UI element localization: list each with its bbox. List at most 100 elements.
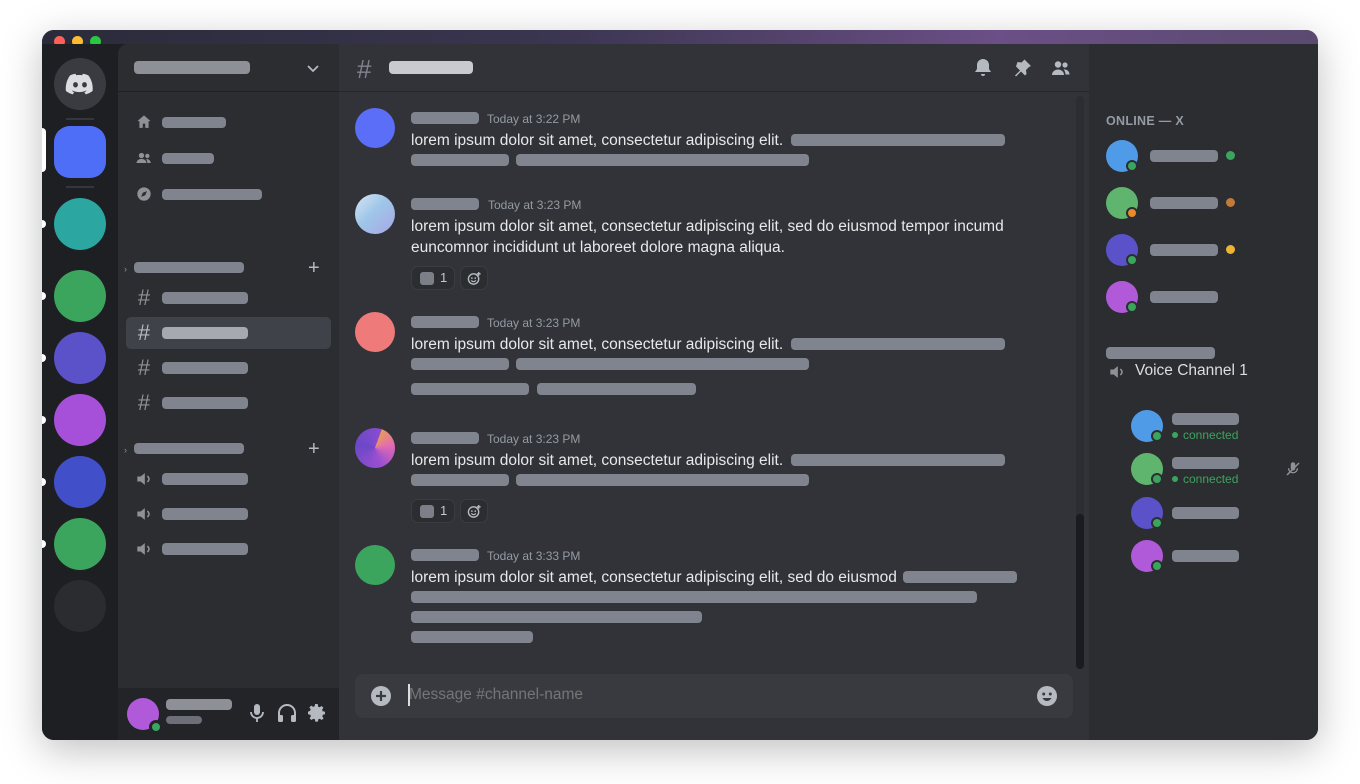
- message-text: lorem ipsum dolor sit amet, consectetur …: [411, 218, 1004, 235]
- message-avatar[interactable]: [355, 312, 395, 352]
- text-placeholder: [791, 338, 1005, 350]
- reaction-emoji: [420, 272, 434, 285]
- member-status-indicator: [1126, 160, 1138, 172]
- message-avatar[interactable]: [355, 194, 395, 234]
- voice-channel-item[interactable]: [126, 498, 331, 530]
- chevron-down-icon: [307, 65, 319, 73]
- activity-dot: [1226, 151, 1235, 160]
- connection-status: connected: [1172, 472, 1238, 486]
- server-icon-6[interactable]: [54, 456, 106, 508]
- unread-indicator: [42, 292, 46, 300]
- message-avatar[interactable]: [355, 108, 395, 148]
- speaker-icon: [137, 473, 150, 485]
- server-icon-2[interactable]: [54, 198, 106, 250]
- reaction-count: 1: [440, 270, 448, 285]
- username-placeholder: [166, 699, 232, 710]
- speaker-icon: [137, 508, 150, 520]
- muted-microphone-icon: [1286, 462, 1300, 476]
- discord-logo-icon: [65, 73, 93, 95]
- home-icon: [137, 115, 151, 128]
- hash-icon: #: [137, 285, 151, 310]
- speaker-icon: [137, 543, 150, 555]
- channel-item-active[interactable]: #: [126, 317, 331, 349]
- channel-label-placeholder: [162, 292, 248, 304]
- friends-icon: [136, 152, 151, 163]
- app-window: › + # # # # › + # Today at 3:22 PM lorem…: [42, 30, 1318, 740]
- participant-name-placeholder: [1172, 457, 1239, 469]
- create-channel-plus-icon[interactable]: +: [308, 258, 320, 278]
- selected-server-indicator: [42, 128, 46, 172]
- message-timestamp: Today at 3:23 PM: [488, 198, 582, 212]
- message-input[interactable]: [409, 686, 1009, 704]
- text-placeholder: [411, 358, 509, 370]
- text-placeholder: [516, 474, 809, 486]
- pin-icon[interactable]: [1010, 56, 1034, 80]
- server-icon-3[interactable]: [54, 270, 106, 322]
- author-name-placeholder[interactable]: [411, 112, 479, 124]
- add-reaction-icon: [467, 271, 481, 285]
- speaker-icon: [1110, 366, 1123, 378]
- hash-icon: #: [137, 355, 151, 380]
- activity-dot: [1226, 245, 1235, 254]
- category-collapse-icon[interactable]: ›: [124, 264, 127, 274]
- reaction-emoji: [420, 505, 434, 518]
- channel-item[interactable]: #: [126, 282, 331, 314]
- create-channel-plus-icon[interactable]: +: [308, 439, 320, 459]
- author-name-placeholder[interactable]: [411, 316, 479, 328]
- message-avatar[interactable]: [355, 545, 395, 585]
- reaction-chip[interactable]: 1: [411, 499, 455, 523]
- text-placeholder: [411, 383, 529, 395]
- message-timestamp: Today at 3:23 PM: [487, 316, 581, 330]
- gear-icon[interactable]: [305, 701, 329, 725]
- add-attachment-icon[interactable]: [369, 684, 393, 708]
- online-heading: ONLINE — X: [1106, 114, 1185, 128]
- voice-channel-item[interactable]: [126, 463, 331, 495]
- text-placeholder: [411, 611, 702, 623]
- member-name-placeholder: [1150, 197, 1218, 209]
- voice-channel-name[interactable]: Voice Channel 1: [1135, 362, 1248, 380]
- category-collapse-icon[interactable]: ›: [124, 445, 127, 455]
- message-avatar[interactable]: [355, 428, 395, 468]
- text-placeholder: [516, 358, 809, 370]
- voice-channel-item[interactable]: [126, 533, 331, 565]
- member-list-icon[interactable]: [1049, 56, 1073, 80]
- channel-item[interactable]: #: [126, 352, 331, 384]
- author-name-placeholder[interactable]: [411, 549, 479, 561]
- author-name-placeholder[interactable]: [411, 432, 479, 444]
- emoji-picker-icon[interactable]: [1035, 684, 1059, 708]
- chat-scrollbar[interactable]: [1076, 96, 1084, 669]
- text-placeholder: [411, 631, 533, 643]
- user-tag-placeholder: [166, 716, 202, 724]
- nav-item-friends[interactable]: [126, 142, 331, 174]
- compass-icon: [137, 187, 151, 201]
- add-reaction-button[interactable]: [460, 499, 488, 523]
- message-text: lorem ipsum dolor sit amet, consectetur …: [411, 452, 784, 469]
- server-header[interactable]: [118, 44, 339, 92]
- reaction-chip[interactable]: 1: [411, 266, 455, 290]
- headphones-icon[interactable]: [275, 701, 299, 725]
- channel-item[interactable]: #: [126, 387, 331, 419]
- microphone-icon[interactable]: [245, 701, 269, 725]
- unread-indicator: [42, 220, 46, 228]
- nav-item-home[interactable]: [126, 106, 331, 138]
- server-icon-4[interactable]: [54, 332, 106, 384]
- bell-icon[interactable]: [971, 56, 995, 80]
- text-placeholder: [537, 383, 696, 395]
- channel-header: #: [339, 44, 1301, 92]
- scrollbar-thumb[interactable]: [1076, 514, 1084, 669]
- nav-item-discover[interactable]: [126, 178, 331, 210]
- server-icon-7[interactable]: [54, 518, 106, 570]
- message-text: lorem ipsum dolor sit amet, consectetur …: [411, 132, 784, 149]
- server-icon-8[interactable]: [54, 580, 106, 632]
- hash-icon: #: [137, 390, 151, 415]
- home-server-button[interactable]: [54, 58, 106, 110]
- participant-status-indicator: [1151, 560, 1163, 572]
- add-reaction-icon: [467, 504, 481, 518]
- server-icon-5[interactable]: [54, 394, 106, 446]
- add-reaction-button[interactable]: [460, 266, 488, 290]
- author-name-placeholder[interactable]: [411, 198, 479, 210]
- member-status-indicator: [1126, 207, 1138, 219]
- server-icon-1[interactable]: [54, 126, 106, 178]
- unread-indicator: [42, 478, 46, 486]
- message-text: lorem ipsum dolor sit amet, consectetur …: [411, 336, 784, 353]
